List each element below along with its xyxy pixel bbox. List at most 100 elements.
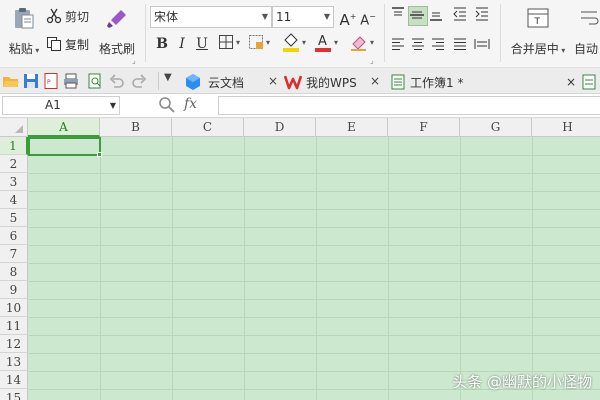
align-left-button[interactable] bbox=[390, 36, 410, 56]
clipboard-group-launcher-icon[interactable]: ⌟ bbox=[132, 56, 136, 65]
row-header-11[interactable]: 11 bbox=[0, 317, 28, 335]
column-header-d[interactable]: D bbox=[244, 118, 316, 137]
separator bbox=[384, 4, 385, 62]
paste-button[interactable]: 粘贴 ▾ bbox=[2, 4, 46, 56]
align-center-button[interactable] bbox=[410, 36, 430, 56]
row-gridline bbox=[28, 245, 600, 246]
column-header-a[interactable]: A bbox=[28, 118, 100, 137]
distributed-align-button[interactable] bbox=[474, 36, 494, 56]
row-header-2[interactable]: 2 bbox=[0, 155, 28, 173]
redo-icon[interactable] bbox=[130, 72, 148, 90]
column-header-f[interactable]: F bbox=[388, 118, 460, 137]
border-button[interactable]: ▾ bbox=[218, 34, 246, 54]
chevron-down-icon: ▼ bbox=[261, 12, 268, 21]
export-pdf-icon[interactable]: P bbox=[42, 72, 60, 90]
formula-input[interactable] bbox=[218, 96, 600, 115]
row-header-4[interactable]: 4 bbox=[0, 191, 28, 209]
clear-format-button[interactable]: ▾ bbox=[350, 32, 378, 52]
merge-center-button[interactable]: T 合并居中 ▾ bbox=[506, 4, 570, 56]
font-name-select[interactable]: 宋体 ▼ bbox=[150, 6, 272, 28]
cut-button[interactable]: 剪切 bbox=[46, 6, 89, 26]
column-header-h[interactable]: H bbox=[532, 118, 600, 137]
tab-label: 工作簿1 * bbox=[410, 75, 464, 90]
italic-button[interactable]: I bbox=[172, 34, 192, 54]
column-header-e[interactable]: E bbox=[316, 118, 388, 137]
row-header-1[interactable]: 1 bbox=[0, 137, 28, 155]
tab-workbook[interactable]: 工作簿1 * bbox=[390, 70, 486, 94]
row-gridline bbox=[28, 227, 600, 228]
row-header-14[interactable]: 14 bbox=[0, 371, 28, 389]
row-header-6[interactable]: 6 bbox=[0, 227, 28, 245]
format-painter-button[interactable]: 格式刷 bbox=[96, 4, 138, 56]
font-size-select[interactable]: 11 ▼ bbox=[272, 6, 334, 28]
align-bottom-button[interactable] bbox=[428, 6, 448, 26]
open-folder-icon[interactable] bbox=[2, 72, 20, 90]
select-all-corner[interactable] bbox=[0, 118, 28, 137]
tab-cloud-docs[interactable]: 云文档 × bbox=[184, 70, 278, 94]
column-header-g[interactable]: G bbox=[460, 118, 532, 137]
fill-color-button[interactable]: ▾ bbox=[282, 32, 312, 52]
copy-button[interactable]: 复制 bbox=[46, 34, 89, 54]
font-color-button[interactable]: A ▾ bbox=[314, 32, 344, 52]
copy-label: 复制 bbox=[65, 37, 90, 52]
justify-icon bbox=[454, 38, 466, 50]
align-top-button[interactable] bbox=[390, 6, 410, 26]
align-middle-button[interactable] bbox=[408, 6, 428, 26]
name-box[interactable]: A1 ▼ bbox=[2, 96, 120, 115]
row-header-3[interactable]: 3 bbox=[0, 173, 28, 191]
save-icon[interactable] bbox=[22, 72, 40, 90]
print-preview-icon[interactable] bbox=[86, 72, 104, 90]
auto-wrap-button[interactable]: 自动 bbox=[574, 4, 600, 56]
cell-style-button[interactable]: ▾ bbox=[248, 34, 276, 54]
font-name-value: 宋体 bbox=[154, 10, 179, 24]
clipboard-icon bbox=[15, 8, 34, 29]
paint-bucket-icon bbox=[283, 33, 299, 52]
cut-label: 剪切 bbox=[65, 9, 90, 24]
fill-handle[interactable] bbox=[97, 152, 102, 157]
row-header-12[interactable]: 12 bbox=[0, 335, 28, 353]
row-header-5[interactable]: 5 bbox=[0, 209, 28, 227]
tab-close-and-next[interactable]: × bbox=[566, 70, 600, 94]
close-icon[interactable]: × bbox=[268, 74, 278, 88]
column-header-c[interactable]: C bbox=[172, 118, 244, 137]
row-gridline bbox=[28, 173, 600, 174]
undo-icon[interactable] bbox=[108, 72, 126, 90]
cloud-cube-icon bbox=[186, 74, 200, 90]
font-size-value: 11 bbox=[276, 10, 292, 24]
close-icon[interactable]: × bbox=[566, 75, 576, 89]
align-right-icon bbox=[432, 38, 444, 50]
print-icon[interactable] bbox=[62, 72, 80, 90]
column-gridline bbox=[388, 137, 389, 400]
increase-indent-icon bbox=[475, 7, 488, 21]
decrease-indent-button[interactable] bbox=[452, 6, 472, 26]
font-group-launcher-icon[interactable]: ⌟ bbox=[370, 56, 374, 65]
font-color-icon: A bbox=[315, 34, 331, 52]
row-header-15[interactable]: 15 bbox=[0, 389, 28, 400]
row-header-13[interactable]: 13 bbox=[0, 353, 28, 371]
row-gridline bbox=[28, 299, 600, 300]
column-gridline bbox=[100, 137, 101, 400]
scissors-icon bbox=[46, 8, 62, 24]
row-gridline bbox=[28, 191, 600, 192]
shrink-font-icon[interactable]: A− bbox=[358, 7, 378, 28]
zoom-icon[interactable] bbox=[158, 96, 176, 114]
tab-my-wps[interactable]: 我的WPS × bbox=[284, 70, 382, 94]
eraser-icon bbox=[351, 36, 366, 51]
insert-function-button[interactable]: fx bbox=[184, 96, 197, 112]
underline-button[interactable]: U bbox=[192, 34, 212, 54]
column-header-b[interactable]: B bbox=[100, 118, 172, 137]
row-header-9[interactable]: 9 bbox=[0, 281, 28, 299]
align-right-button[interactable] bbox=[430, 36, 450, 56]
grow-font-icon[interactable]: A+ bbox=[338, 7, 358, 29]
spreadsheet-grid[interactable]: ABCDEFGH 1 2 3 4 5 6 7 8 9 10 11 12 13 14 15 bbox=[0, 118, 600, 400]
row-header-8[interactable]: 8 bbox=[0, 263, 28, 281]
row-header-10[interactable]: 10 bbox=[0, 299, 28, 317]
quick-access-dropdown-icon[interactable]: ▼ bbox=[164, 72, 172, 83]
selected-cell[interactable] bbox=[28, 137, 101, 156]
increase-indent-button[interactable] bbox=[474, 6, 494, 26]
format-painter-label: 格式刷 bbox=[98, 42, 135, 56]
row-header-7[interactable]: 7 bbox=[0, 245, 28, 263]
justify-button[interactable] bbox=[452, 36, 472, 56]
bold-button[interactable]: B bbox=[152, 34, 172, 54]
close-icon[interactable]: × bbox=[370, 74, 380, 88]
